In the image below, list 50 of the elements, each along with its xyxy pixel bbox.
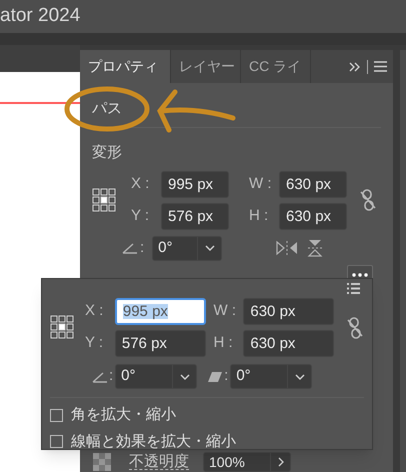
checkbox-label: 線幅と効果を拡大・縮小 <box>71 432 236 452</box>
angle-dropdown[interactable]: 0° <box>230 364 312 389</box>
field-label: H : <box>249 206 270 226</box>
angle-dropdown[interactable]: 0° <box>115 364 198 389</box>
more-icon <box>352 272 368 276</box>
value-field[interactable]: 630 px <box>243 298 334 325</box>
chevron-down-icon <box>180 374 190 380</box>
field-label: W : <box>249 174 272 194</box>
opacity-field[interactable]: 100% <box>203 452 291 472</box>
opacity-label[interactable]: 不透明度 <box>129 454 189 470</box>
field-label: H : <box>214 333 234 354</box>
shear-icon <box>207 370 224 382</box>
menu-icon[interactable] <box>374 61 387 72</box>
checkbox-label: 角を拡大・縮小 <box>71 405 176 425</box>
value-field[interactable]: 630 px <box>243 330 334 357</box>
broken-link-icon[interactable] <box>346 316 364 338</box>
transform-heading: 変形 <box>92 143 123 163</box>
angle-icon <box>122 242 138 254</box>
field-label: W : <box>214 301 237 322</box>
flip-horizontal-icon[interactable] <box>275 240 300 256</box>
opacity-checker-icon <box>93 453 111 471</box>
value-field[interactable]: 995 px <box>114 298 206 325</box>
value-field[interactable]: 630 px <box>279 170 347 198</box>
section-title: パス <box>92 100 122 117</box>
window-title: ator 2024 <box>0 4 80 28</box>
checkbox[interactable] <box>50 408 63 422</box>
chevron-down-icon <box>204 245 215 251</box>
checkbox[interactable] <box>50 435 63 448</box>
chevron-down-icon <box>294 374 305 380</box>
flip-vertical-icon[interactable] <box>307 239 324 257</box>
angle-label: : <box>109 366 114 386</box>
value-field[interactable]: 995 px <box>161 170 229 198</box>
angle-label: : <box>140 238 144 258</box>
angle-dropdown[interactable]: 0° <box>152 236 222 260</box>
shear-label: : <box>224 366 228 386</box>
value-field[interactable]: 576 px <box>161 202 229 230</box>
value-field[interactable]: 630 px <box>279 202 347 230</box>
list-icon[interactable] <box>347 283 360 294</box>
panel-tab[interactable]: プロパティ <box>80 50 170 83</box>
angle-icon <box>92 370 108 382</box>
chevron-right-icon <box>278 457 284 467</box>
reference-point-icon[interactable] <box>92 188 117 212</box>
value-field[interactable]: 576 px <box>114 330 206 357</box>
reference-point-icon[interactable] <box>50 315 75 340</box>
field-label: X : <box>131 174 150 194</box>
field-label: Y : <box>85 333 104 354</box>
field-label: Y : <box>131 206 150 226</box>
broken-link-icon[interactable] <box>359 189 377 211</box>
field-label: X : <box>85 301 104 322</box>
chevrons-right-icon[interactable] <box>349 62 361 72</box>
